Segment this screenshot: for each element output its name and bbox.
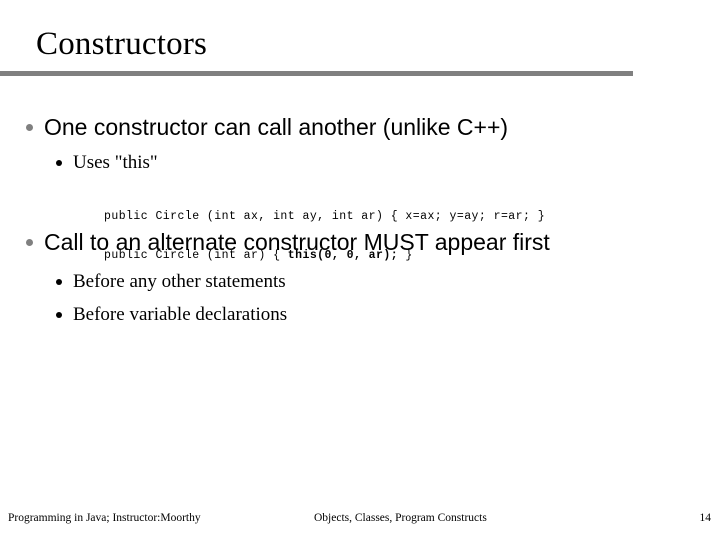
title-divider	[0, 71, 633, 76]
bullet-level2: Before any other statements	[54, 270, 694, 294]
footer-course-info: Programming in Java; Instructor:Moorthy	[8, 512, 201, 524]
code-line-1: public Circle (int ax, int ay, int ar) {…	[104, 210, 546, 223]
bullet-level2-label: Before any other statements	[73, 271, 286, 292]
bullet-marker-icon	[54, 151, 73, 175]
bullet-level2: Uses "this"	[54, 151, 694, 175]
bullet-level1: One constructor can call another (unlike…	[24, 113, 704, 141]
bullet-level2: Before variable declarations	[54, 303, 694, 327]
bullet-marker-icon	[54, 270, 73, 294]
slide-footer: Programming in Java; Instructor:Moorthy …	[0, 510, 720, 530]
bullet-marker-icon	[54, 303, 73, 327]
bullet-marker-icon	[24, 228, 44, 256]
footer-page-number: 14	[699, 512, 712, 524]
slide-body: One constructor can call another (unlike…	[0, 100, 720, 490]
bullet-level2-label: Before variable declarations	[73, 304, 288, 325]
bullet-level1-label: One constructor can call another (unlike…	[44, 114, 509, 140]
page-title: Constructors	[36, 26, 208, 62]
bullet-level1-label: Call to an alternate constructor MUST ap…	[44, 229, 550, 255]
slide: Constructors One constructor can call an…	[0, 0, 720, 540]
bullet-marker-icon	[24, 113, 44, 141]
bullet-level2-label: Uses "this"	[73, 152, 158, 173]
footer-topic: Objects, Classes, Program Constructs	[314, 512, 487, 524]
bullet-level1: Call to an alternate constructor MUST ap…	[24, 228, 704, 256]
